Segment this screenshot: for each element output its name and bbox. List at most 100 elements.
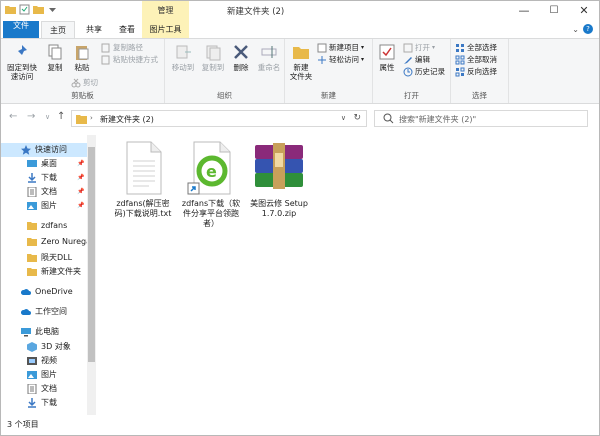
open-group: 属性 打开 ▾ 编辑 历史记录 打开 (373, 39, 451, 103)
nav-label: 3D 对象 (41, 342, 71, 351)
document-icon (27, 186, 37, 198)
new-item-button[interactable]: 新建项目 ▾ (317, 42, 364, 53)
delete-button[interactable]: 删除 (229, 43, 253, 72)
search-icon (383, 113, 394, 126)
nav-workspace[interactable]: 工作空间 (1, 305, 87, 319)
tab-file[interactable]: 文件 (3, 21, 39, 38)
explorer-window: 管理 新建文件夹 (2) — ☐ ✕ 文件 主页 共享 查看 图片工具 ⌄ ? … (0, 0, 600, 436)
nav-desktop[interactable]: 桌面 📌 (1, 157, 87, 171)
tab-share[interactable]: 共享 (77, 21, 111, 38)
file-name: zdfans下载（软件分享平台领跑者） (181, 199, 241, 228)
address-bar[interactable]: › 新建文件夹 (2) ∨ ↻ (71, 110, 367, 127)
new-folder-icon[interactable] (33, 4, 44, 15)
paste-shortcut-button[interactable]: 粘贴快捷方式 (101, 54, 158, 65)
clipboard-group-label: 剪贴板 (71, 91, 94, 100)
properties-label: 属性 (379, 63, 395, 72)
move-to-button[interactable]: 移动到 (169, 43, 197, 72)
scissors-icon (71, 78, 81, 88)
search-placeholder: 搜索"新建文件夹 (2)" (399, 115, 477, 124)
nav-videos[interactable]: 视频 (1, 354, 87, 368)
chevron-down-icon[interactable]: ∨ (45, 113, 50, 121)
copy-path-button[interactable]: 复制路径 (101, 42, 143, 53)
organize-group: 移动到 复制到 删除 重命名 组织 (165, 39, 285, 103)
nav-folder-zdfans[interactable]: zdfans (1, 219, 87, 233)
select-all-icon (455, 43, 465, 53)
nav-this-pc[interactable]: 此电脑 (1, 325, 87, 339)
properties-icon[interactable] (19, 4, 30, 15)
nav-label: 陨天DLL (41, 253, 73, 262)
back-arrow-icon[interactable]: ← (9, 111, 17, 122)
up-arrow-icon[interactable]: ↑ (57, 111, 65, 122)
cut-button[interactable]: 剪切 (71, 77, 98, 88)
edit-button[interactable]: 编辑 (403, 54, 430, 65)
close-button[interactable]: ✕ (569, 1, 599, 21)
pin-label: 固定到快 速访问 (7, 63, 37, 81)
pin-icon: 📌 (77, 202, 85, 209)
nav-label: 文档 (41, 384, 57, 393)
nav-label: 下载 (41, 173, 57, 182)
open-button[interactable]: 打开 ▾ (403, 42, 435, 53)
copy-button[interactable]: 复制 (43, 43, 67, 72)
delete-icon (232, 43, 250, 61)
easy-access-button[interactable]: 轻松访问 ▾ (317, 54, 364, 65)
status-bar: 3 个项目 (1, 415, 599, 435)
file-list: zdfans(解压密码)下载说明.txt e zdfans下载（软件分享平台领跑… (97, 135, 599, 415)
download-icon (27, 173, 37, 183)
nav-pictures[interactable]: 图片 📌 (1, 199, 87, 213)
nav-pc-documents[interactable]: 文档 (1, 382, 87, 396)
pin-quick-access-button[interactable]: 固定到快 速访问 (5, 43, 39, 81)
minimize-button[interactable]: — (509, 1, 539, 21)
nav-3d-objects[interactable]: 3D 对象 (1, 340, 87, 354)
scrollbar-thumb[interactable] (88, 147, 95, 362)
nav-label: 图片 (41, 370, 57, 379)
select-none-label: 全部取消 (467, 55, 497, 64)
new-folder-button[interactable]: 新建 文件夹 (287, 43, 315, 81)
copy-to-button[interactable]: 复制到 (199, 43, 227, 72)
nav-label: Zero Nurega (41, 237, 87, 246)
file-item[interactable]: 美图云修 Setup 1.7.0.zip (247, 141, 311, 219)
nav-downloads[interactable]: 下载 📌 (1, 171, 87, 185)
file-item[interactable]: e zdfans下载（软件分享平台领跑者） (179, 141, 243, 229)
organize-group-label: 组织 (217, 91, 232, 100)
nav-quick-access[interactable]: 快速访问 (1, 143, 87, 157)
nav-folder-dll[interactable]: 陨天DLL (1, 251, 87, 265)
nav-documents[interactable]: 文档 📌 (1, 185, 87, 199)
star-icon (21, 145, 31, 155)
history-button[interactable]: 历史记录 (403, 66, 445, 77)
tab-home[interactable]: 主页 (41, 21, 75, 38)
tab-picture-tools[interactable]: 图片工具 (142, 21, 189, 38)
nav-onedrive[interactable]: OneDrive (1, 285, 87, 299)
search-box[interactable]: 搜索"新建文件夹 (2)" (374, 110, 588, 127)
cut-label: 剪切 (83, 78, 98, 87)
chevron-down-icon[interactable]: ⌄ (572, 25, 579, 34)
nav-pc-pictures[interactable]: 图片 (1, 368, 87, 382)
paste-button[interactable]: 粘贴 (69, 43, 95, 72)
properties-button[interactable]: 属性 (375, 43, 399, 72)
help-icon[interactable]: ? (583, 24, 593, 34)
rename-button[interactable]: 重命名 (255, 43, 283, 72)
nav-folder-zero-nurega[interactable]: Zero Nurega (1, 235, 87, 249)
cloud-icon (20, 287, 31, 297)
history-icon (403, 67, 413, 77)
file-item[interactable]: zdfans(解压密码)下载说明.txt (111, 141, 175, 219)
chevron-down-icon: ▾ (361, 44, 365, 51)
select-none-button[interactable]: 全部取消 (455, 54, 497, 65)
open-label: 打开 (415, 43, 430, 52)
address-path: 新建文件夹 (2) (100, 115, 154, 124)
ribbon: 固定到快 速访问 复制 粘贴 复制路径 粘贴快捷方式 剪切 剪贴板 移动到 复制… (1, 38, 599, 104)
chevron-down-icon[interactable] (47, 4, 58, 15)
refresh-icon[interactable]: ↻ (353, 113, 361, 123)
maximize-button[interactable]: ☐ (539, 1, 569, 21)
context-tab-manage[interactable]: 管理 (142, 1, 189, 21)
select-all-button[interactable]: 全部选择 (455, 42, 497, 53)
address-row: ← → ∨ ↑ › 新建文件夹 (2) ∨ ↻ 搜索"新建文件夹 (2)" (1, 105, 599, 131)
invert-selection-button[interactable]: 反向选择 (455, 66, 497, 77)
file-name: zdfans(解压密码)下载说明.txt (114, 199, 172, 218)
nav-folder-new[interactable]: 新建文件夹 (1, 265, 87, 279)
nav-pc-downloads[interactable]: 下载 (1, 396, 87, 410)
nav-scrollbar[interactable] (87, 135, 96, 415)
tab-view[interactable]: 查看 (111, 21, 143, 38)
chevron-down-icon[interactable]: ∨ (341, 114, 346, 122)
video-icon (27, 356, 37, 366)
forward-arrow-icon[interactable]: → (27, 111, 35, 122)
